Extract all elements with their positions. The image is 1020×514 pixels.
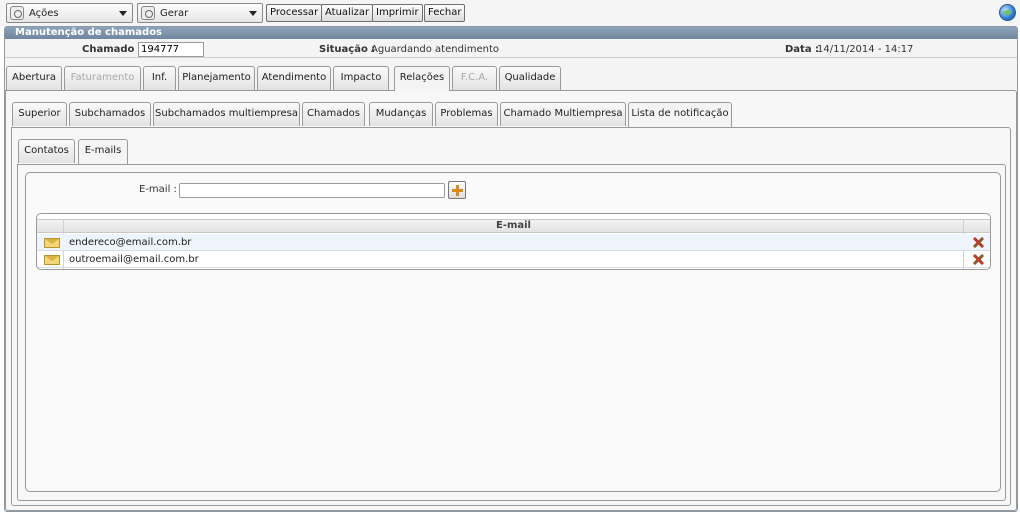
tab-lista-de-notificacao[interactable]: Lista de notificação <box>628 102 732 127</box>
email-column-header: E-mail <box>37 219 990 233</box>
tab-relacoes[interactable]: Relações <box>394 66 450 91</box>
chamado-label: Chamado : <box>82 44 142 55</box>
email-form-group: E-mail : E-mail endereco@email.com.br ou… <box>25 172 1001 492</box>
atualizar-button[interactable]: Atualizar <box>321 4 374 22</box>
tab-superior[interactable]: Superior <box>12 102 67 126</box>
globe-icon[interactable] <box>999 4 1016 21</box>
gear-icon <box>10 6 24 20</box>
tab-chamado-multiempresa[interactable]: Chamado Multiempresa <box>500 102 626 126</box>
notificacao-tabs: Contatos E-mails <box>17 139 317 164</box>
tab-mudancas[interactable]: Mudanças <box>369 102 433 126</box>
imprimir-button[interactable]: Imprimir <box>372 4 423 22</box>
envelope-icon <box>44 238 60 248</box>
acoes-label: Ações <box>29 8 59 19</box>
envelope-icon <box>44 255 60 265</box>
situacao-value: Aguardando atendimento <box>371 44 499 55</box>
chamado-panel: Manutenção de chamados Chamado : Situaçã… <box>4 26 1018 512</box>
tab-fca[interactable]: F.C.A. <box>452 66 497 90</box>
tab-problemas[interactable]: Problemas <box>435 102 498 126</box>
tab-planejamento[interactable]: Planejamento <box>178 66 255 90</box>
tab-subchamados-multiempresa[interactable]: Subchamados multiempresa <box>153 102 300 126</box>
email-input[interactable] <box>179 183 445 198</box>
email-grid: E-mail endereco@email.com.br outroemail@… <box>36 213 991 270</box>
gerar-label: Gerar <box>160 8 189 19</box>
main-tab-body: Superior Subchamados Subchamados multiem… <box>5 90 1017 511</box>
tab-inf[interactable]: Inf. <box>143 66 176 90</box>
relacoes-tab-body: Contatos E-mails E-mail : E-mail enderec… <box>11 127 1011 506</box>
tab-emails[interactable]: E-mails <box>78 139 128 164</box>
toolbar: Ações Gerar Processar Atualizar Imprimir… <box>0 0 1020 26</box>
situacao-label: Situação : <box>319 44 376 55</box>
emails-tab-body: E-mail : E-mail endereco@email.com.br ou… <box>17 164 1006 501</box>
chevron-down-icon <box>249 11 257 16</box>
panel-title: Manutenção de chamados <box>5 27 1017 39</box>
tab-abertura[interactable]: Abertura <box>6 66 62 90</box>
gear-icon <box>141 6 155 20</box>
email-address: outroemail@email.com.br <box>69 254 199 265</box>
data-label: Data : <box>785 44 820 55</box>
fechar-button[interactable]: Fechar <box>424 4 466 22</box>
tab-contatos[interactable]: Contatos <box>18 139 75 163</box>
tab-chamados[interactable]: Chamados <box>302 102 365 126</box>
relacoes-tabs: Superior Subchamados Subchamados multiem… <box>11 102 1011 127</box>
email-label: E-mail : <box>139 184 177 195</box>
tab-qualidade[interactable]: Qualidade <box>499 66 561 90</box>
main-tabs: Abertura Faturamento Inf. Planejamento A… <box>5 66 1015 91</box>
tab-subchamados[interactable]: Subchamados <box>69 102 151 126</box>
chamado-field[interactable] <box>138 42 204 57</box>
table-row[interactable]: outroemail@email.com.br <box>37 251 990 268</box>
delete-icon[interactable] <box>972 236 985 249</box>
delete-icon[interactable] <box>972 253 985 266</box>
add-email-button[interactable] <box>448 181 466 199</box>
chevron-down-icon <box>119 11 127 16</box>
email-address: endereco@email.com.br <box>69 237 192 248</box>
data-value: 14/11/2014 - 14:17 <box>817 44 914 55</box>
gerar-dropdown[interactable]: Gerar <box>137 3 263 23</box>
processar-button[interactable]: Processar <box>266 4 323 22</box>
info-bar: Chamado : Situação : Aguardando atendime… <box>5 40 1017 58</box>
acoes-dropdown[interactable]: Ações <box>6 3 133 23</box>
tab-faturamento[interactable]: Faturamento <box>64 66 141 90</box>
table-row[interactable]: endereco@email.com.br <box>37 234 990 251</box>
tab-atendimento[interactable]: Atendimento <box>257 66 331 90</box>
tab-impacto[interactable]: Impacto <box>333 66 389 90</box>
